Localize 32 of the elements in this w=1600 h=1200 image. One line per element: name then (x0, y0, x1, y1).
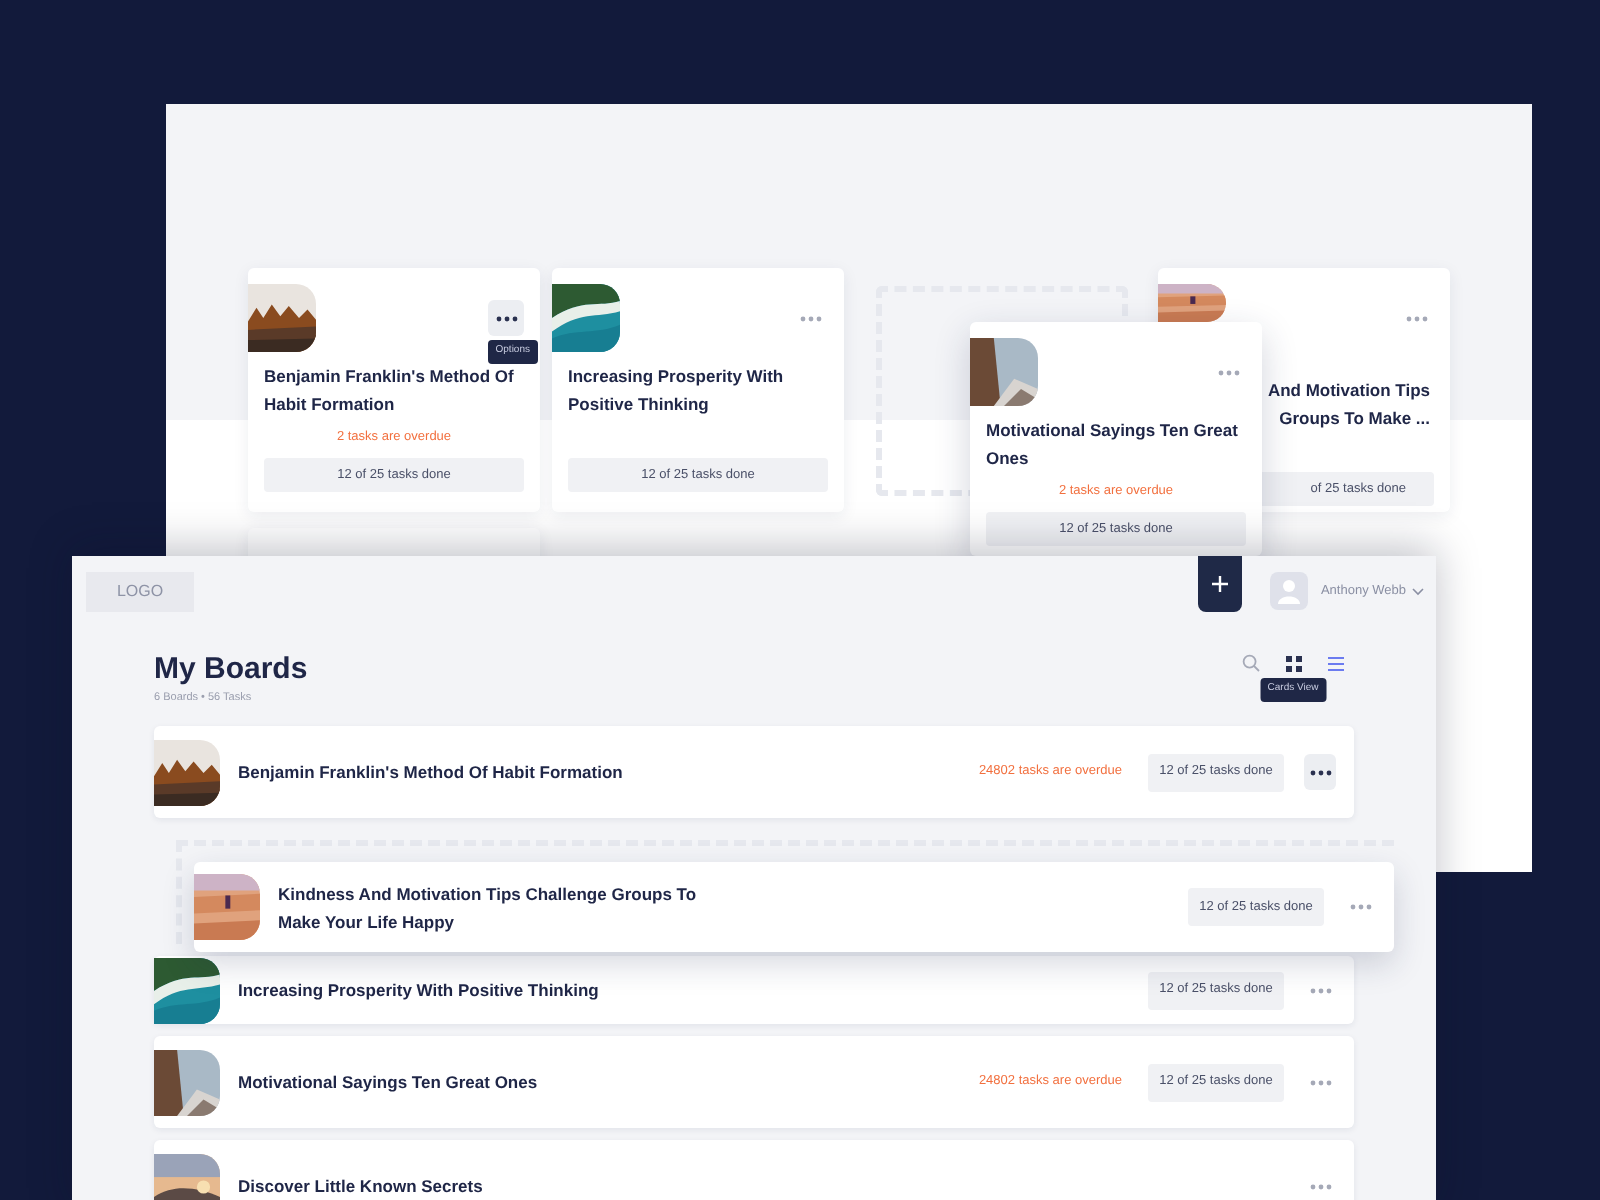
more-icon (1217, 369, 1239, 375)
chevron-down-icon (1412, 587, 1424, 595)
row-title: Increasing Prosperity With Positive Thinking (238, 977, 599, 1004)
row-title: Benjamin Franklin's Method Of Habit Formation (238, 759, 623, 786)
row-title: Discover Little Known Secrets (238, 1173, 483, 1200)
more-icon (1405, 315, 1427, 321)
search-icon (1242, 654, 1260, 672)
more-icon (1309, 1183, 1331, 1190)
list-icon (1327, 655, 1343, 671)
more-icon (1309, 1079, 1331, 1086)
options-button[interactable] (1304, 754, 1336, 791)
grid-icon (1285, 655, 1301, 671)
card-title: Groups To Make ... (1279, 406, 1430, 432)
plus-icon (1212, 576, 1229, 592)
more-icon (1309, 987, 1331, 994)
card-title: Benjamin Franklin's Method Of Habit Formation (262, 364, 516, 418)
avatar-icon (1270, 572, 1309, 610)
more-icon (1309, 769, 1331, 776)
more-icon (1349, 904, 1371, 910)
board-row[interactable]: Discover Little Known Secrets (154, 1140, 1354, 1200)
options-button[interactable] (488, 300, 524, 336)
more-icon (495, 315, 517, 321)
search-view-button[interactable] (1242, 654, 1260, 672)
card-title: Increasing Prosperity With Positive Thinking (566, 364, 786, 418)
page-title: My Boards (154, 652, 308, 688)
card-title: And Motivation Tips (1267, 378, 1430, 404)
list-view-button[interactable] (1326, 654, 1344, 672)
row-title: Motivational Sayings Ten Great Ones (238, 1069, 538, 1096)
more-icon (799, 315, 821, 321)
row-title: Kindness And Motivation Tips Challenge Groups To Make Your Life Happy (278, 881, 699, 935)
logo: LOGO (86, 572, 194, 612)
add-button[interactable] (1198, 556, 1243, 612)
